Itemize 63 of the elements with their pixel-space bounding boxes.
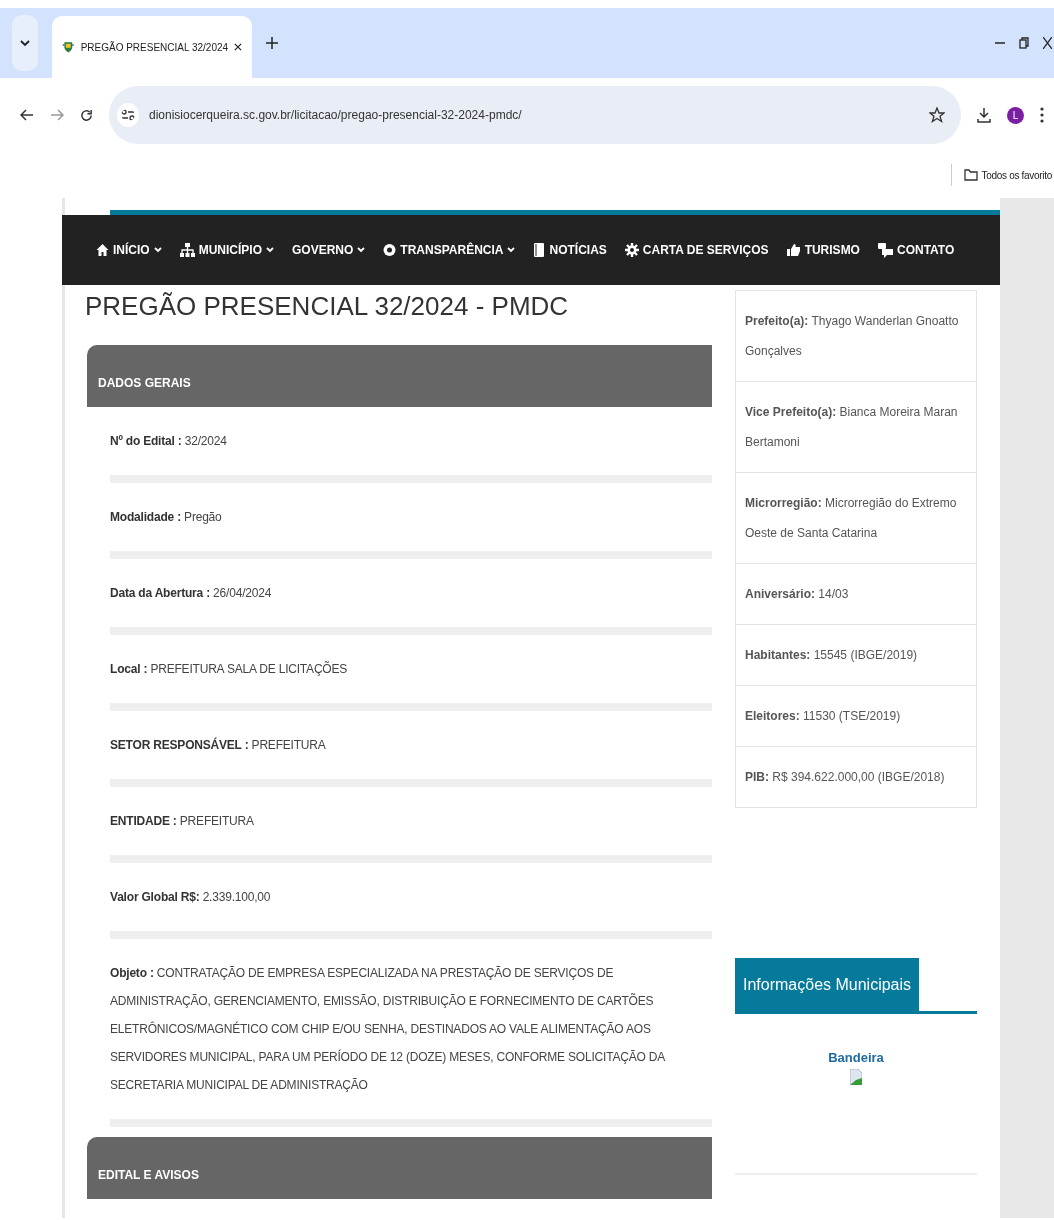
broken-image-icon <box>850 1069 862 1085</box>
new-tab-icon[interactable] <box>266 37 278 49</box>
page-title: PREGÃO PRESENCIAL 32/2024 - PMDC <box>85 290 570 323</box>
chevron-down-icon <box>20 39 30 47</box>
back-arrow-icon[interactable] <box>20 109 34 121</box>
nav-label: TURISMO <box>804 243 860 257</box>
browser-tab[interactable]: PREGÃO PRESENCIAL 32/2024 <box>52 16 252 78</box>
minimize-icon[interactable] <box>995 41 1005 45</box>
bookmarks-folder[interactable]: Todos os favorito <box>963 169 1052 181</box>
fact-text: Eleitores: 11530 (TSE/2019) <box>736 685 976 746</box>
field-text: SETOR RESPONSÁVEL : PREFEITURA <box>109 736 327 754</box>
section-title: EDITAL E AVISOS <box>98 1168 199 1182</box>
fact-text: Aniversário: 14/03 <box>736 563 976 624</box>
fact-text: Prefeito(a): Thyago Wanderlan Gnoatto Gonçalves <box>744 313 960 360</box>
nav-link[interactable]: GOVERNO <box>292 243 366 257</box>
nav-label: INÍCIO <box>113 243 150 257</box>
url-text: dionisiocerqueira.sc.gov.br/licitacao/pregao-presencial-32-2024-pmdc/ <box>149 108 522 122</box>
forward-arrow-icon[interactable] <box>50 109 64 121</box>
nav-label: GOVERNO <box>292 243 354 257</box>
profile-avatar[interactable]: L <box>1007 106 1024 124</box>
folder-icon <box>963 169 978 181</box>
reload-icon[interactable] <box>80 108 93 122</box>
home-icon <box>96 243 109 257</box>
crest-icon <box>62 39 75 55</box>
nav-label: NOTÍCIAS <box>549 243 607 257</box>
close-icon[interactable] <box>234 42 242 52</box>
fact-text: Microrregião: Microrregião do Extremo Oeste de Santa Catarina <box>736 472 976 563</box>
field-text: ENTIDADE : PREFEITURA <box>109 813 255 830</box>
nav-link[interactable]: CONTATO <box>877 242 955 258</box>
badge-icon <box>383 243 397 257</box>
nav-link[interactable]: NOTÍCIAS <box>533 242 607 258</box>
nav-label: TRANSPARÊNCIA <box>400 243 504 257</box>
field-text: Objeto : CONTRATAÇÃO DE EMPRESA ESPECIALIZADA NA PRESTAÇÃO DE SERVIÇOS DE ADMINISTRAÇÃO, GERENCIAMENTO, EMISSÃO, DISTRIBUIÇÃO E FORNECIMENTO DE CARTÕES ELETRÔNICOS/MAGNÉTICO COM CHIP E/OU SENHA, DESTINADOS AO VALE ALIMENTAÇÃO AOS SERVIDORES MUNICIPAL, PARA UM PERÍODO DE 12 (DOZE) MESES, CONFORME SOLICITAÇÃO DA SECRETARIA MUNICIPAL DE ADMINISTRAÇÃO <box>109 965 666 1094</box>
thumbs-up-icon <box>786 243 801 257</box>
widget-title: Informações Municipais <box>735 958 920 1011</box>
field-text: Data da Abertura : 26/04/2024 <box>109 585 273 602</box>
close-icon[interactable] <box>1043 37 1052 49</box>
fact-text: Vice Prefeito(a): Bianca Moreira Maran Bertamoni <box>736 381 976 472</box>
nav-label: MUNICÍPIO <box>198 243 262 257</box>
section-title: DADOS GERAIS <box>98 376 191 390</box>
address-bar[interactable]: dionisiocerqueira.sc.gov.br/licitacao/pregao-presencial-32-2024-pmdc/ <box>109 86 961 144</box>
book-icon <box>533 242 546 258</box>
fact-text: Habitantes: 15545 (IBGE/2019) <box>736 624 976 685</box>
download-icon[interactable] <box>977 107 991 123</box>
gear-icon <box>624 243 639 257</box>
field-text: Modalidade : Pregão <box>109 509 223 526</box>
field-text: Nº do Edital : 32/2024 <box>109 433 228 450</box>
nav-link[interactable]: TRANSPARÊNCIA <box>383 243 516 257</box>
tab-title: PREGÃO PRESENCIAL 32/2024 <box>80 41 229 53</box>
menu-icon[interactable] <box>1040 107 1044 123</box>
chat-icon <box>877 242 893 258</box>
site-settings-icon[interactable] <box>117 103 139 127</box>
nav-label: CONTATO <box>896 243 955 257</box>
fact-text: PIB: R$ 394.622.000,00 (IBGE/2018) <box>736 746 976 807</box>
restore-icon[interactable] <box>1019 37 1029 49</box>
flag-link[interactable]: Bandeira <box>735 1050 977 1065</box>
field-text: Valor Global R$: 2.339.100,00 <box>109 889 272 906</box>
sitemap-icon <box>179 243 195 257</box>
field-text: Local : PREFEITURA SALA DE LICITAÇÕES <box>109 660 349 678</box>
nav-link[interactable]: INÍCIO <box>96 243 162 257</box>
nav-link[interactable]: TURISMO <box>786 243 860 257</box>
nav-link[interactable]: MUNICÍPIO <box>179 243 274 257</box>
star-icon[interactable] <box>929 107 945 123</box>
